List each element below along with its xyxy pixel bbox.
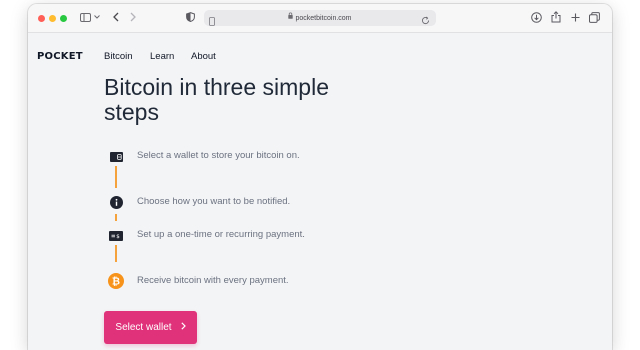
tab-overview-icon[interactable]	[589, 10, 600, 24]
reload-icon[interactable]	[421, 12, 430, 30]
svg-text:$: $	[116, 234, 120, 240]
sidebar-icon[interactable]	[80, 10, 91, 24]
step-3-text: Set up a one-time or recurring payment.	[137, 229, 305, 240]
page-title: Bitcoin in three simple steps	[104, 74, 329, 125]
shield-icon[interactable]	[186, 10, 195, 24]
zoom-window-button[interactable]	[60, 15, 67, 22]
wallet-icon	[109, 150, 123, 164]
forward-icon[interactable]	[130, 10, 136, 24]
select-wallet-label: Select wallet	[115, 322, 172, 333]
svg-text:₿: ₿	[112, 276, 120, 288]
nav-bitcoin[interactable]: Bitcoin	[104, 51, 133, 63]
address-text: pocketbitcoin.com	[204, 12, 436, 25]
address-bar[interactable]: pocketbitcoin.com	[204, 10, 436, 26]
site-logo[interactable]: POCKET	[37, 51, 83, 62]
step-4-text: Receive bitcoin with every payment.	[137, 275, 289, 286]
browser-window: pocketbitcoin.com POCKET Bitcoin Learn A…	[28, 4, 612, 350]
lock-icon	[288, 12, 294, 24]
minimize-window-button[interactable]	[49, 15, 56, 22]
url-text: pocketbitcoin.com	[295, 14, 352, 22]
browser-toolbar: pocketbitcoin.com	[28, 4, 612, 33]
step-connector	[115, 214, 117, 221]
chevron-right-icon	[180, 322, 186, 333]
bitcoin-icon: ₿	[108, 273, 124, 289]
back-icon[interactable]	[113, 10, 119, 24]
download-icon[interactable]	[531, 10, 542, 24]
nav-learn[interactable]: Learn	[150, 51, 174, 63]
close-window-button[interactable]	[38, 15, 45, 22]
page-content: POCKET Bitcoin Learn About Bitcoin in th…	[28, 33, 612, 350]
select-wallet-button[interactable]: Select wallet	[104, 311, 197, 344]
nav-about[interactable]: About	[191, 51, 216, 63]
share-icon[interactable]	[551, 10, 561, 24]
new-tab-icon[interactable]	[571, 10, 580, 24]
step-1-text: Select a wallet to store your bitcoin on…	[137, 150, 300, 161]
chevron-down-icon[interactable]	[94, 10, 100, 24]
step-2-text: Choose how you want to be notified.	[137, 196, 291, 207]
step-connector	[115, 245, 117, 262]
info-icon	[109, 195, 123, 209]
payment-icon: $	[109, 229, 123, 243]
step-connector	[115, 166, 117, 188]
